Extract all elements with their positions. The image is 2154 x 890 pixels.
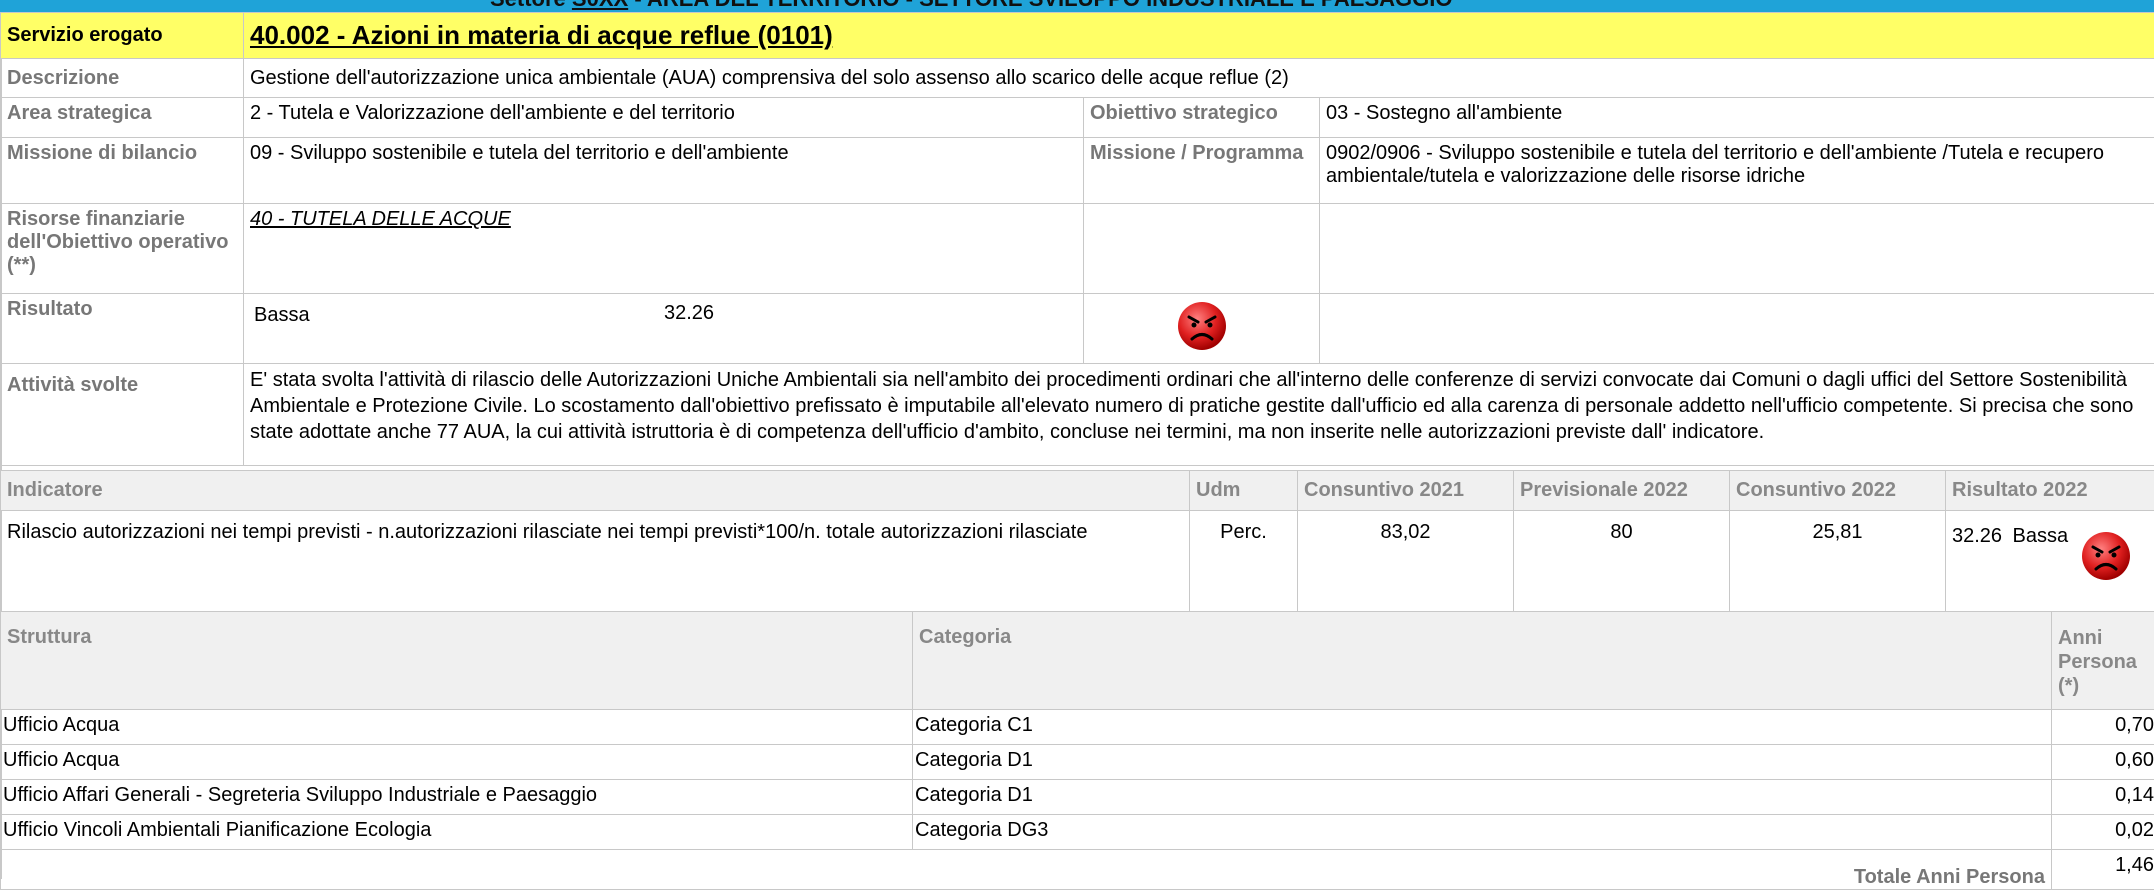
service-title-cell: 40.002 - Azioni in materia di acque refl… (244, 13, 2154, 59)
missione-cell: 09 - Sviluppo sostenibile e tutela del t… (244, 138, 1084, 204)
risultato-value: 32.26 (664, 302, 714, 325)
programma-label: Missione / Programma (1090, 142, 1303, 164)
table-row: Ufficio Acqua Categoria D1 0,60 (1, 745, 2154, 780)
anni-cell: 0,14 (2052, 780, 2154, 815)
missione-label-cell: Missione di bilancio (1, 138, 244, 204)
indicator-consuntivo-2022: 25,81 (1730, 511, 1946, 612)
area-label-cell: Area strategica (1, 98, 244, 138)
risultato-label: Risultato (7, 298, 93, 320)
risorse-empty-cell-2 (1320, 204, 2154, 294)
col-header-categoria: Categoria (913, 612, 2052, 710)
missione-value: 09 - Sviluppo sostenibile e tutela del t… (250, 142, 789, 164)
anni-cell: 0,60 (2052, 745, 2154, 780)
col-header-consuntivo-2021: Consuntivo 2021 (1298, 471, 1514, 511)
anni-cell: 0,70 (2052, 710, 2154, 745)
indicator-previsionale-2022: 80 (1514, 511, 1730, 612)
service-label-cell: Servizio erogato (1, 13, 244, 59)
missione-label: Missione di bilancio (7, 142, 197, 164)
col-header-udm: Udm (1190, 471, 1298, 511)
angry-face-icon (2079, 529, 2133, 583)
risorse-link[interactable]: 40 - TUTELA DELLE ACQUE (250, 208, 511, 230)
service-details-table: Servizio erogato 40.002 - Azioni in mate… (0, 12, 2154, 466)
struttura-cell: Ufficio Affari Generali - Segreteria Svi… (1, 780, 913, 815)
descrizione-cell: Gestione dell'autorizzazione unica ambie… (244, 59, 2154, 98)
risultato-cell: Bassa 32.26 (244, 294, 1084, 364)
risultato-empty-cell (1320, 294, 2154, 364)
col-header-struttura: Struttura (1, 612, 913, 710)
table-row: Ufficio Affari Generali - Segreteria Svi… (1, 780, 2154, 815)
risorse-label-cell: Risorse finanziarie dell'Obiettivo opera… (1, 204, 244, 294)
indicator-table: Indicatore Udm Consuntivo 2021 Prevision… (0, 470, 2154, 612)
col-header-indicatore: Indicatore (1, 471, 1190, 511)
categoria-cell: Categoria C1 (913, 710, 2052, 745)
risorse-cell: 40 - TUTELA DELLE ACQUE (244, 204, 1084, 294)
col-header-risultato-2022: Risultato 2022 (1946, 471, 2154, 511)
categoria-cell: Categoria D1 (913, 745, 2052, 780)
attivita-label: Attività svolte (7, 374, 138, 396)
descrizione-label-cell: Descrizione (1, 59, 244, 98)
col-header-previsionale-2022: Previsionale 2022 (1514, 471, 1730, 511)
descrizione-label: Descrizione (7, 67, 119, 89)
indicator-name: Rilascio autorizzazioni nei tempi previs… (1, 511, 1190, 612)
descrizione-value: Gestione dell'autorizzazione unica ambie… (250, 67, 1289, 89)
obiettivo-label-cell: Obiettivo strategico (1084, 98, 1320, 138)
categoria-cell: Categoria D1 (913, 780, 2052, 815)
section-header: Settore S0XX - AREA DEL TERRITORIO - SET… (490, 0, 1452, 12)
area-cell: 2 - Tutela e Valorizzazione dell'ambient… (244, 98, 1084, 138)
anni-cell: 0,02 (2052, 815, 2154, 850)
indicator-risultato-value: 32.26 (1952, 525, 2002, 547)
header-code-link[interactable]: S0XX (572, 0, 628, 11)
indicator-consuntivo-2021: 83,02 (1298, 511, 1514, 612)
risorse-label: Risorse finanziarie dell'Obiettivo opera… (7, 208, 228, 276)
attivita-label-cell: Attività svolte (1, 364, 244, 466)
indicator-risultato-level: Bassa (2013, 525, 2069, 547)
header-title: - AREA DEL TERRITORIO - SETTORE SVILUPPO… (634, 0, 1452, 11)
obiettivo-value: 03 - Sostegno all'ambiente (1326, 102, 1562, 124)
angry-face-icon (1175, 299, 1229, 353)
attivita-value: E' stata svolta l'attività di rilascio d… (250, 369, 2133, 443)
col-header-consuntivo-2022: Consuntivo 2022 (1730, 471, 1946, 511)
indicator-row: Rilascio autorizzazioni nei tempi previs… (1, 511, 2154, 612)
staff-table: Struttura Categoria Anni Persona (*) Uff… (0, 611, 2154, 890)
obiettivo-cell: 03 - Sostegno all'ambiente (1320, 98, 2154, 138)
col-header-anni-persona: Anni Persona (*) (2052, 612, 2154, 710)
area-label: Area strategica (7, 102, 152, 124)
total-label: Totale Anni Persona (1854, 866, 2045, 888)
struttura-cell: Ufficio Acqua (1, 745, 913, 780)
total-row: Totale Anni Persona 1,46 (1, 850, 2154, 890)
table-row: Ufficio Acqua Categoria C1 0,70 (1, 710, 2154, 745)
programma-value: 0902/0906 - Sviluppo sostenibile e tutel… (1326, 142, 2104, 187)
total-label-cell: Totale Anni Persona (1, 850, 2052, 890)
table-row: Ufficio Vincoli Ambientali Pianificazion… (1, 815, 2154, 850)
struttura-cell: Ufficio Acqua (1, 710, 913, 745)
top-accent-bar: Settore S0XX - AREA DEL TERRITORIO - SET… (0, 0, 2154, 12)
attivita-cell: E' stata svolta l'attività di rilascio d… (244, 364, 2154, 466)
service-label: Servizio erogato (7, 24, 163, 46)
risultato-level: Bassa (254, 304, 310, 327)
indicator-udm: Perc. (1190, 511, 1298, 612)
risultato-label-cell: Risultato (1, 294, 244, 364)
total-value: 1,46 (2052, 850, 2154, 890)
struttura-cell: Ufficio Vincoli Ambientali Pianificazion… (1, 815, 913, 850)
header-prefix: Settore (490, 0, 566, 11)
programma-cell: 0902/0906 - Sviluppo sostenibile e tutel… (1320, 138, 2154, 204)
obiettivo-label: Obiettivo strategico (1090, 102, 1278, 124)
categoria-cell: Categoria DG3 (913, 815, 2052, 850)
service-title-link[interactable]: 40.002 - Azioni in materia di acque refl… (250, 20, 833, 50)
programma-label-cell: Missione / Programma (1084, 138, 1320, 204)
indicator-risultato-cell: 32.26 Bassa (1946, 511, 2154, 612)
risorse-empty-cell (1084, 204, 1320, 294)
risultato-face-cell (1084, 294, 1320, 364)
area-value: 2 - Tutela e Valorizzazione dell'ambient… (250, 102, 735, 124)
